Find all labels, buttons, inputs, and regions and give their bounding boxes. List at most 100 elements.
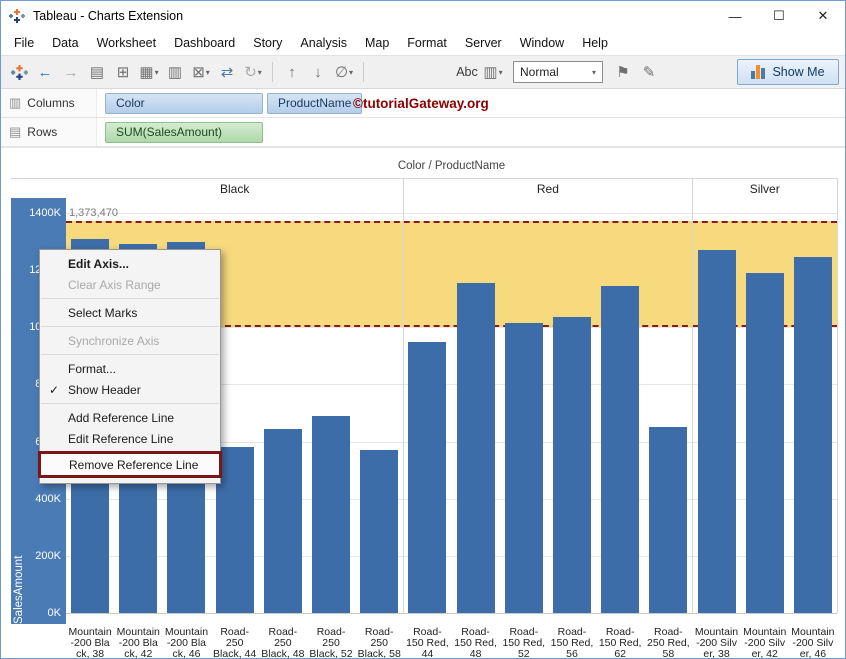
x-axis-label: Mountain-200 Black, 46 [162, 627, 210, 659]
menu-separator [41, 326, 219, 327]
chevron-down-icon: ▾ [592, 68, 596, 77]
menu-format[interactable]: Format [398, 33, 456, 53]
fit-selector[interactable]: Normal ▾ [513, 61, 603, 83]
tableau-logo-icon [9, 8, 25, 24]
bar[interactable] [264, 429, 302, 613]
save-icon[interactable]: ▤ [85, 60, 109, 84]
menu-file[interactable]: File [5, 33, 43, 53]
fit-view-icon[interactable]: ▥▾ [481, 60, 505, 84]
x-axis-label: Mountain-200 Silver, 46 [789, 627, 837, 659]
x-axis-label: Mountain-200 Silver, 42 [741, 627, 789, 659]
columns-shelf-header: ▥ Columns [1, 89, 97, 117]
context-item-add-reference-line[interactable]: Add Reference Line [40, 407, 220, 428]
bar[interactable] [312, 416, 350, 613]
menu-worksheet[interactable]: Worksheet [88, 33, 166, 53]
add-data-source-icon[interactable]: ⊞ [111, 60, 135, 84]
context-item-remove-reference-line[interactable]: Remove Reference Line [41, 454, 219, 475]
context-item-select-marks[interactable]: Select Marks [40, 302, 220, 323]
menu-story[interactable]: Story [244, 33, 291, 53]
columns-shelf[interactable]: ▥ Columns ColorProductName ©tutorialGate… [1, 89, 845, 118]
show-me-button[interactable]: Show Me [737, 59, 839, 85]
clear-sheet-icon[interactable]: ⊠▾ [189, 60, 213, 84]
context-item-label: Add Reference Line [68, 411, 174, 425]
bar[interactable] [408, 342, 446, 613]
bar[interactable] [457, 283, 495, 613]
highlight-icon[interactable]: ✎ [637, 60, 661, 84]
context-item-edit-reference-line[interactable]: Edit Reference Line [40, 428, 220, 449]
bar[interactable] [360, 450, 398, 613]
close-button[interactable]: ✕ [801, 1, 845, 31]
x-axis-label: Mountain-200 Black, 38 [66, 627, 114, 659]
gridline [66, 613, 837, 614]
menu-separator [41, 403, 219, 404]
y-tick-label: 1400K [29, 207, 61, 219]
menu-help[interactable]: Help [573, 33, 617, 53]
context-item-label: Select Marks [68, 306, 137, 320]
fit-selector-value: Normal [520, 65, 559, 79]
context-item-format[interactable]: Format... [40, 358, 220, 379]
context-item-edit-axis[interactable]: Edit Axis... [40, 253, 220, 274]
rows-shelf[interactable]: ▤ Rows SUM(SalesAmount) [1, 118, 845, 147]
toolbar-separator [272, 62, 273, 82]
gridline [66, 213, 837, 214]
chevron-down-icon: ▾ [206, 68, 210, 77]
bar[interactable] [601, 286, 639, 613]
rows-pill-area: SUM(SalesAmount) [97, 122, 263, 143]
pill-sum-salesamount[interactable]: SUM(SalesAmount) [105, 122, 263, 143]
menu-server[interactable]: Server [456, 33, 511, 53]
duplicate-sheet-icon[interactable]: ▥ [163, 60, 187, 84]
menu-analysis[interactable]: Analysis [291, 33, 356, 53]
refresh-icon[interactable]: ↻▾ [241, 60, 265, 84]
context-item-clear-axis-range: Clear Axis Range [40, 274, 220, 295]
menu-separator [41, 298, 219, 299]
x-axis-label: Road-250Black, 48 [259, 627, 307, 659]
bar[interactable] [505, 323, 543, 613]
group-members-icon[interactable]: ∅▾ [332, 60, 356, 84]
bar[interactable] [794, 257, 832, 613]
menu-window[interactable]: Window [511, 33, 573, 53]
columns-shelf-icon: ▥ [9, 95, 21, 111]
swap-rows-columns-icon[interactable]: ⇄ [215, 60, 239, 84]
menu-dashboard[interactable]: Dashboard [165, 33, 244, 53]
context-item-show-header[interactable]: ✓Show Header [40, 379, 220, 400]
reference-line-annotation: 1,373,470 [69, 207, 118, 219]
context-item-label: Edit Reference Line [68, 432, 173, 446]
chevron-down-icon: ▾ [155, 68, 159, 77]
x-axis-label: Mountain-200 Black, 42 [114, 627, 162, 659]
pill-productname[interactable]: ProductName [267, 93, 362, 114]
tableau-logo-icon[interactable] [7, 60, 31, 84]
menu-data[interactable]: Data [43, 33, 87, 53]
columns-shelf-label: Columns [27, 96, 74, 110]
chevron-down-icon: ▾ [258, 68, 262, 77]
y-axis-title: SalesAmount [13, 198, 25, 624]
x-axis-label: Road-250Black, 44 [211, 627, 259, 659]
show-me-label: Show Me [772, 65, 824, 79]
undo-icon[interactable]: ← [33, 60, 57, 84]
minimize-button[interactable]: — [713, 1, 757, 31]
rows-shelf-label: Rows [27, 125, 57, 139]
x-axis-label: Road-150 Red,44 [403, 627, 451, 659]
pane-divider [692, 178, 693, 613]
maximize-button[interactable]: ☐ [757, 1, 801, 31]
pin-icon[interactable]: ⚑ [611, 60, 635, 84]
y-tick-label: 0K [48, 607, 61, 619]
title-bar: Tableau - Charts Extension — ☐ ✕ [1, 1, 845, 31]
menu-map[interactable]: Map [356, 33, 398, 53]
redo-icon[interactable]: → [59, 60, 83, 84]
bar[interactable] [746, 273, 784, 613]
show-mark-labels-icon[interactable]: Abc [455, 60, 479, 84]
bar[interactable] [553, 317, 591, 613]
window-title: Tableau - Charts Extension [33, 9, 183, 23]
y-tick-label: 400K [35, 493, 61, 505]
pill-color[interactable]: Color [105, 93, 263, 114]
sort-ascending-icon[interactable]: ↑ [280, 60, 304, 84]
rows-shelf-icon: ▤ [9, 124, 21, 140]
x-axis-label: Road-150 Red,56 [548, 627, 596, 659]
bar[interactable] [698, 250, 736, 613]
new-worksheet-icon[interactable]: ▦▾ [137, 60, 161, 84]
x-axis-label: Road-150 Red,52 [500, 627, 548, 659]
context-item-synchronize-axis: Synchronize Axis [40, 330, 220, 351]
bar[interactable] [649, 427, 687, 613]
show-me-bars-icon [751, 65, 765, 79]
sort-descending-icon[interactable]: ↓ [306, 60, 330, 84]
